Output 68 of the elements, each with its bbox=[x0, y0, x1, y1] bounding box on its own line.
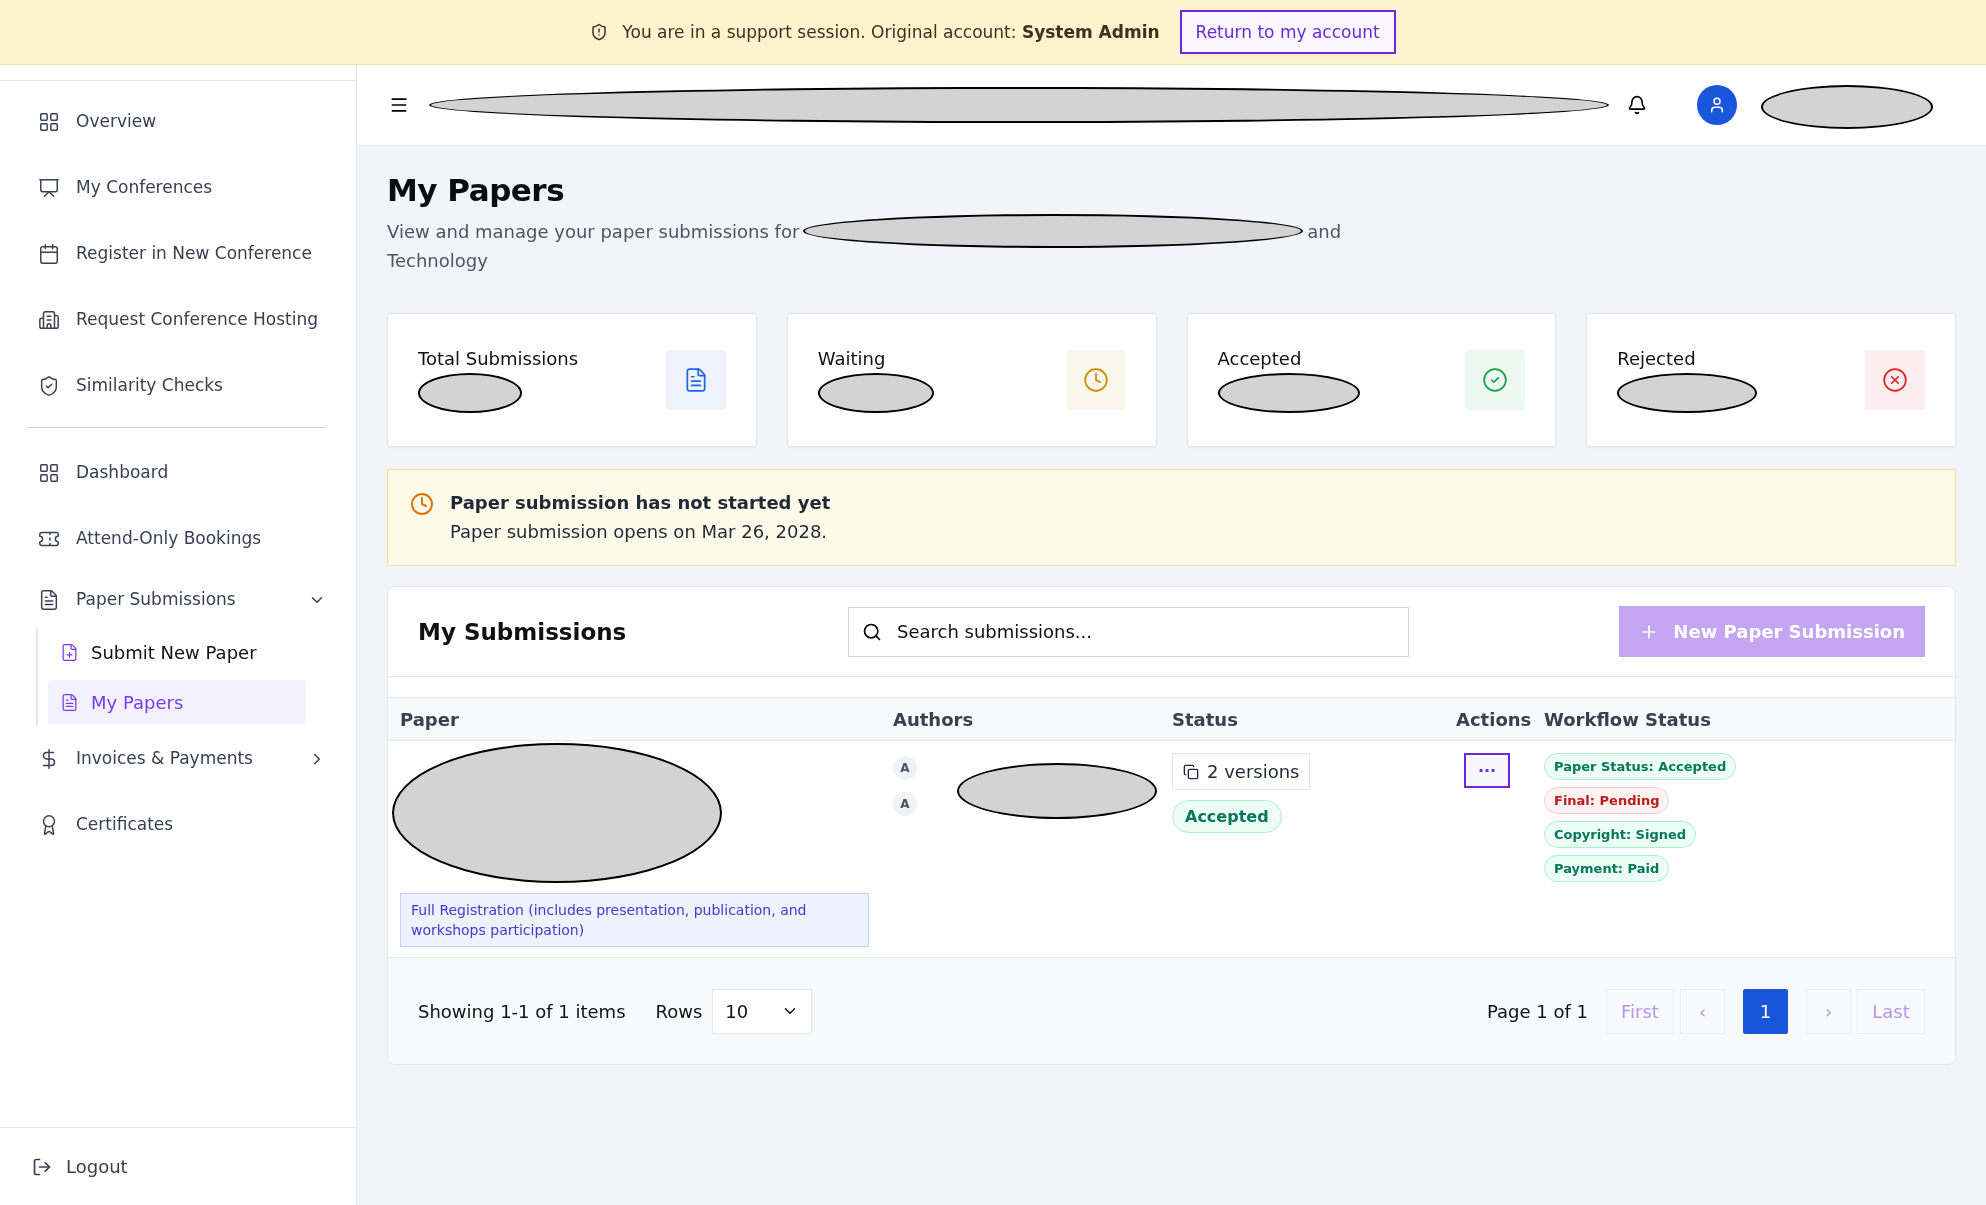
sidebar-subitem[interactable]: Submit New Paper bbox=[48, 630, 306, 674]
grid-icon bbox=[38, 111, 60, 133]
workflow-pill: Final: Pending bbox=[1544, 787, 1670, 814]
workflow-pill: Payment: Paid bbox=[1544, 855, 1670, 882]
showing-text: Showing 1-1 of 1 items bbox=[418, 1000, 626, 1022]
sidebar-item[interactable]: Overview bbox=[0, 89, 356, 155]
author-avatar: A bbox=[893, 792, 917, 816]
workflow-pill: Paper Status: Accepted bbox=[1544, 753, 1737, 780]
copy-icon bbox=[1183, 763, 1199, 780]
stat-label: Total Submissions bbox=[418, 347, 579, 369]
column-header: Authors bbox=[881, 698, 1160, 741]
status-pill: Accepted bbox=[1172, 800, 1282, 833]
return-button[interactable]: Return to my account bbox=[1179, 10, 1396, 54]
x-circle-icon bbox=[1882, 367, 1908, 393]
column-header: Status bbox=[1160, 698, 1444, 741]
presentation-icon bbox=[38, 177, 60, 199]
user-icon bbox=[1708, 96, 1726, 114]
page-button[interactable]: 1 bbox=[1743, 988, 1788, 1034]
shield-icon bbox=[38, 375, 60, 397]
versions-button[interactable]: 2 versions bbox=[1172, 753, 1311, 790]
stat-label: Waiting bbox=[817, 347, 887, 369]
workflow-pill: Copyright: Signed bbox=[1544, 821, 1697, 848]
search-field[interactable]: Search submissions... bbox=[848, 606, 1409, 657]
author-avatar: A bbox=[893, 756, 917, 780]
check-circle-icon bbox=[1482, 367, 1509, 393]
sidebar-subitem[interactable]: My Papers bbox=[48, 680, 306, 724]
sidebar-item[interactable]: Certificates bbox=[0, 792, 356, 858]
page-description: View and manage your paper submissions for bbox=[387, 219, 800, 244]
page-description-line: Technology bbox=[387, 249, 488, 273]
actions-button[interactable]: ··· bbox=[1464, 753, 1510, 788]
sidebar-item[interactable]: Dashboard bbox=[0, 440, 356, 506]
rows-label: Rows bbox=[655, 1000, 703, 1022]
sidebar-item[interactable]: Attend-Only Bookings bbox=[0, 506, 356, 572]
user-avatar[interactable] bbox=[1697, 85, 1737, 125]
sidebar-item[interactable]: Invoices & Payments bbox=[0, 726, 356, 792]
column-header: Actions bbox=[1444, 698, 1532, 741]
page-description-word: and bbox=[1307, 219, 1342, 244]
document-icon bbox=[60, 692, 79, 712]
alert-text: Paper submission opens on Mar 26, 2028. bbox=[450, 521, 829, 542]
calendar-icon bbox=[38, 243, 60, 265]
page-title: My Papers bbox=[387, 172, 566, 208]
stat-label: Accepted bbox=[1217, 347, 1303, 369]
rows-select[interactable]: 10 bbox=[712, 988, 813, 1034]
menu-icon[interactable] bbox=[389, 95, 409, 115]
alert-title: Paper submission has not started yet bbox=[450, 492, 831, 513]
sidebar-item[interactable]: My Conferences bbox=[0, 155, 356, 221]
sidebar-item[interactable]: Paper Submissions bbox=[0, 572, 356, 628]
logout-icon bbox=[32, 1156, 52, 1177]
clock-icon bbox=[1082, 367, 1109, 393]
grid-icon bbox=[38, 462, 60, 484]
stat-label: Rejected bbox=[1617, 347, 1697, 369]
clock-icon bbox=[410, 492, 434, 516]
registration-tag: Full Registration (includes presentation, publication, and workshops participation) bbox=[400, 893, 869, 947]
shield-icon bbox=[590, 23, 609, 41]
banner-text: You are in a support session. Original account: System Admin bbox=[622, 22, 1160, 42]
column-header: Workflow Status bbox=[1532, 698, 1955, 741]
sidebar-item[interactable]: Similarity Checks bbox=[0, 353, 356, 419]
document-plus-icon bbox=[60, 642, 79, 662]
sidebar-item[interactable]: Register in New Conference bbox=[0, 221, 356, 287]
document-icon bbox=[38, 589, 60, 611]
search-icon bbox=[862, 621, 882, 642]
card-title: My Submissions bbox=[418, 618, 628, 645]
column-header: Paper bbox=[388, 698, 881, 741]
bell-icon[interactable] bbox=[1627, 95, 1647, 115]
building-icon bbox=[38, 309, 60, 331]
page-text: Page 1 of 1 bbox=[1487, 1000, 1588, 1022]
sidebar-item[interactable]: Request Conference Hosting bbox=[0, 287, 356, 353]
logout-item[interactable]: Logout bbox=[0, 1127, 356, 1205]
